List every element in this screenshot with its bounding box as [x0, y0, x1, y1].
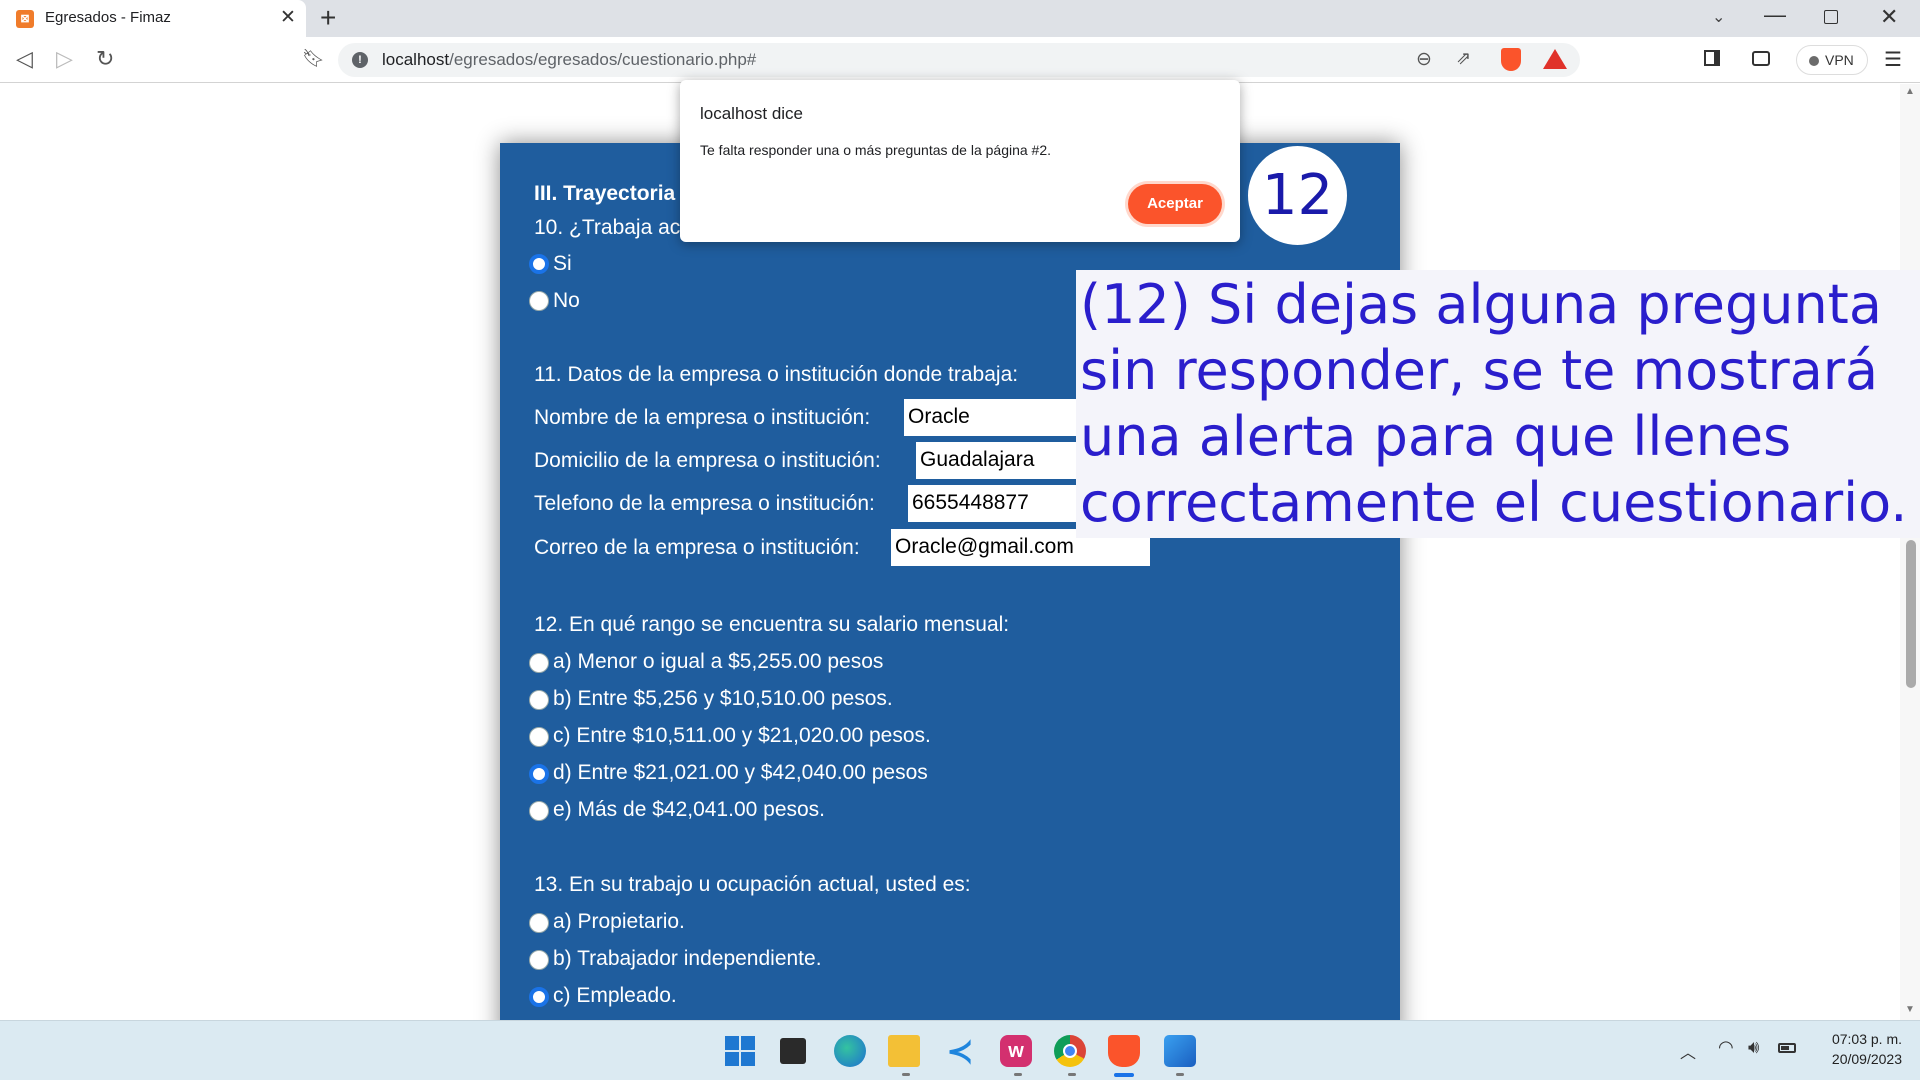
browser-tab[interactable]: ⊠ Egresados - Fimaz ✕	[0, 0, 306, 37]
q13-option-c: c) Empleado.	[553, 984, 677, 1007]
q10-option-si: Si	[553, 252, 572, 275]
sidebar-icon[interactable]	[1704, 50, 1720, 66]
brave-rewards-icon[interactable]	[1543, 49, 1567, 69]
q12-option-c: c) Entre $10,511.00 y $21,020.00 pesos.	[553, 724, 931, 747]
reload-icon[interactable]: ↻	[96, 46, 114, 72]
page-scrollbar[interactable]: ▲ ▼	[1900, 84, 1920, 1020]
close-tab-icon[interactable]: ✕	[280, 6, 296, 29]
q12-option-b: b) Entre $5,256 y $10,510.00 pesos.	[553, 687, 893, 710]
url-host: localhost	[382, 50, 450, 69]
bookmark-icon[interactable]: 🔖︎	[302, 48, 325, 69]
info-icon[interactable]: !	[352, 52, 368, 68]
minimize-button[interactable]: —	[1764, 2, 1786, 28]
battery-icon[interactable]	[1778, 1043, 1796, 1053]
edge-icon[interactable]	[834, 1035, 866, 1067]
q12-label: 12. En qué rango se encuentra su salario…	[534, 613, 1010, 636]
company-phone-label: Telefono de la empresa o institución:	[534, 492, 875, 515]
chevron-down-icon[interactable]: ⌄	[1712, 7, 1725, 27]
forward-arrow-icon[interactable]: ▷	[56, 46, 73, 72]
clock-date[interactable]: 20/09/2023	[1806, 1051, 1902, 1067]
file-explorer-icon[interactable]	[888, 1035, 920, 1067]
url-path: /egresados/egresados/cuestionario.php#	[449, 50, 757, 69]
vpn-button[interactable]: VPN	[1796, 45, 1868, 75]
alert-title: localhost dice	[700, 104, 804, 123]
menu-icon[interactable]: ☰	[1884, 47, 1902, 72]
xampp-icon: ⊠	[16, 10, 34, 28]
q12-radio-b[interactable]	[529, 690, 549, 710]
q12-radio-a[interactable]	[529, 653, 549, 673]
running-indicator	[1068, 1073, 1076, 1076]
q13-radio-b[interactable]	[529, 950, 549, 970]
vpn-label: VPN	[1825, 52, 1854, 68]
q13-option-a: a) Propietario.	[553, 910, 685, 933]
alert-message: Te falta responder una o más preguntas d…	[700, 142, 1052, 158]
volume-icon[interactable]: 🔊︎	[1748, 1037, 1759, 1058]
step-number-badge: 12	[1246, 144, 1349, 247]
tab-title: Egresados - Fimaz	[45, 9, 171, 26]
step-annotation: (12) Si dejas alguna pregunta sin respon…	[1076, 270, 1920, 538]
q12-option-e: e) Más de $42,041.00 pesos.	[553, 798, 826, 821]
url-text[interactable]: localhost/egresados/egresados/cuestionar…	[382, 50, 756, 70]
q13-radio-c[interactable]	[529, 987, 549, 1007]
wallet-icon[interactable]	[1752, 51, 1770, 66]
windows-taskbar: ≺ w ︿ ◠ 🔊︎ 07:03 p. m. 20/09/2023	[0, 1020, 1920, 1080]
q12-radio-e[interactable]	[529, 801, 549, 821]
q12-option-a: a) Menor o igual a $5,255.00 pesos	[553, 650, 884, 673]
active-app-indicator	[1114, 1073, 1134, 1077]
q10-option-no: No	[553, 289, 580, 312]
q13-radio-a[interactable]	[529, 913, 549, 933]
q12-radio-c[interactable]	[529, 727, 549, 747]
scroll-up-arrow-icon[interactable]: ▲	[1905, 86, 1915, 97]
brave-shields-icon[interactable]	[1501, 48, 1521, 71]
q11-label: 11. Datos de la empresa o institución do…	[534, 363, 1019, 386]
vscode-icon[interactable]: ≺	[944, 1035, 976, 1067]
q10-label: 10. ¿Trabaja ac	[534, 216, 681, 239]
q13-option-b: b) Trabajador independiente.	[553, 947, 822, 970]
company-email-label: Correo de la empresa o institución:	[534, 536, 860, 559]
alert-dialog: localhost dice Te falta responder una o …	[680, 80, 1240, 242]
share-icon[interactable]: ⇗	[1456, 48, 1471, 69]
zoom-icon[interactable]: ⊖	[1416, 48, 1432, 71]
maximize-button[interactable]	[1824, 10, 1838, 24]
browser-toolbar: ◁ ▷ ↻ 🔖︎ ! localhost/egresados/egresados…	[0, 37, 1920, 83]
tab-strip: ⊠ Egresados - Fimaz ✕ + ⌄ — ✕	[0, 0, 1920, 37]
brave-icon[interactable]	[1108, 1035, 1140, 1067]
q13-label: 13. En su trabajo u ocupación actual, us…	[534, 873, 971, 896]
clock-time[interactable]: 07:03 p. m.	[1806, 1031, 1902, 1047]
running-indicator	[902, 1073, 910, 1076]
company-name-label: Nombre de la empresa o institución:	[534, 406, 871, 429]
q12-option-d: d) Entre $21,021.00 y $42,040.00 pesos	[553, 761, 928, 784]
chrome-icon[interactable]	[1054, 1035, 1086, 1067]
task-view-icon[interactable]	[780, 1038, 806, 1064]
new-tab-button[interactable]: +	[320, 2, 336, 34]
tray-overflow-chevron-icon[interactable]: ︿	[1680, 1039, 1696, 1063]
running-indicator	[1176, 1073, 1184, 1076]
back-arrow-icon[interactable]: ◁	[16, 46, 33, 72]
company-address-label: Domicilio de la empresa o institución:	[534, 449, 881, 472]
windows-start-icon[interactable]	[724, 1035, 756, 1067]
vpn-status-icon	[1809, 56, 1819, 66]
window-close-button[interactable]: ✕	[1880, 4, 1898, 30]
q10-radio-si[interactable]	[529, 254, 549, 274]
scrollbar-thumb[interactable]	[1906, 540, 1916, 688]
section-title: III. Trayectoria	[534, 182, 676, 205]
address-bar[interactable]: ! localhost/egresados/egresados/cuestion…	[338, 43, 1580, 77]
running-indicator	[1014, 1073, 1022, 1076]
q12-radio-d[interactable]	[529, 764, 549, 784]
scroll-down-arrow-icon[interactable]: ▼	[1905, 1004, 1915, 1015]
photos-icon[interactable]	[1164, 1035, 1196, 1067]
q10-radio-no[interactable]	[529, 291, 549, 311]
wps-office-icon[interactable]: w	[1000, 1035, 1032, 1067]
alert-ok-button[interactable]: Aceptar	[1128, 184, 1222, 224]
wifi-icon[interactable]: ◠	[1718, 1037, 1734, 1058]
